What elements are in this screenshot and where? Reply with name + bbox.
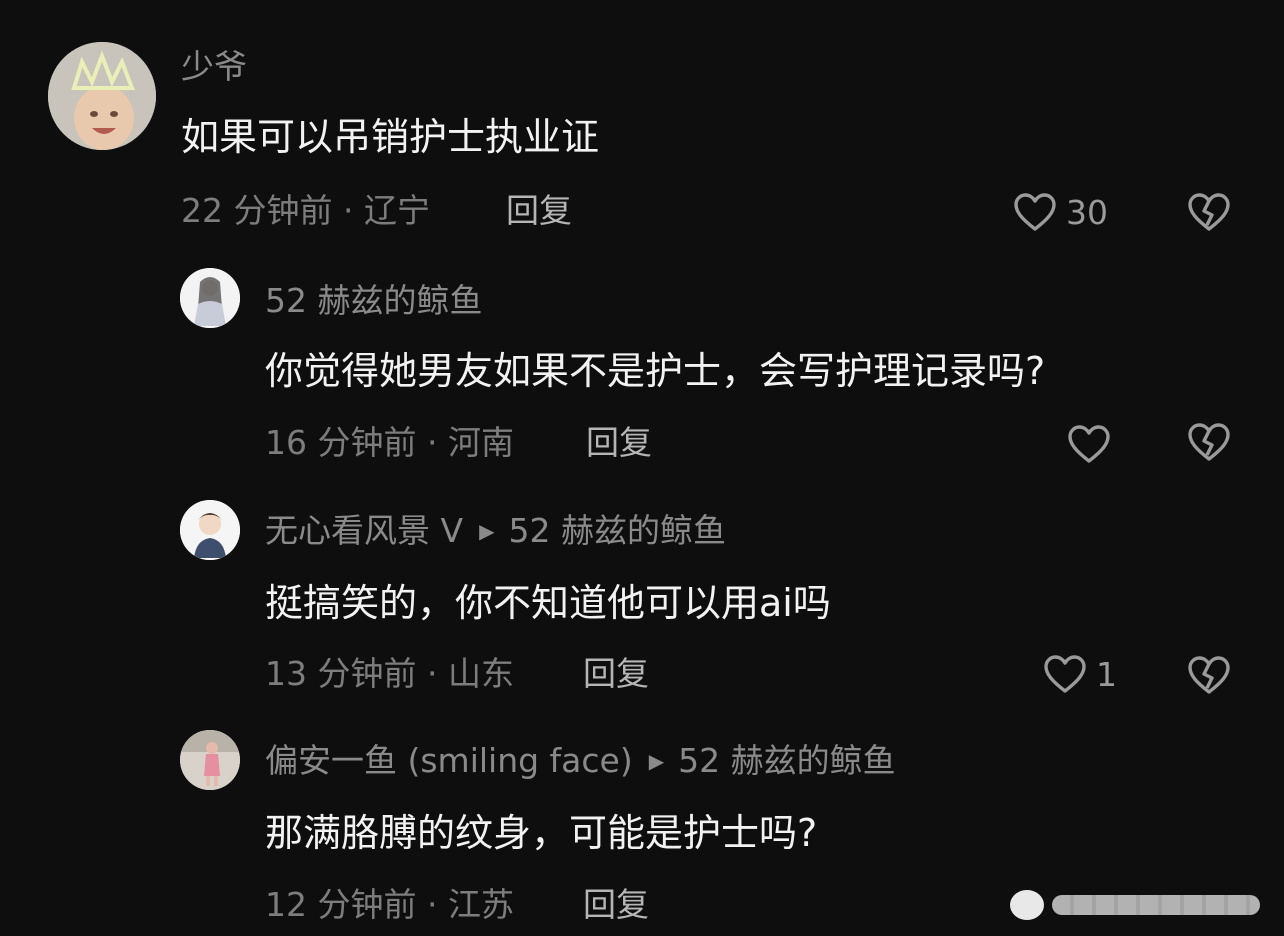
broken-heart-icon [1186,421,1232,463]
heart-outline-icon [1042,653,1088,695]
reply-button[interactable]: 回复 [586,426,652,459]
comment-author[interactable]: 无心看风景 V ▶ 52 赫兹的鲸鱼 [265,514,726,547]
triangle-right-icon: ▶ [479,519,495,543]
comment-time-location: 16 分钟前 · 河南 [265,423,514,462]
comment-author[interactable]: 少爷 [181,50,247,83]
comment-text: 如果可以吊销护士执业证 [181,115,600,159]
comment-text: 那满胳膊的纹身，可能是护士吗? [265,811,818,855]
avatar[interactable] [180,268,240,328]
triangle-right-icon: ▶ [648,749,665,773]
crowned-baby-avatar-icon [48,42,156,150]
comment-author[interactable]: 52 赫兹的鲸鱼 [265,284,482,317]
comment-text: 挺搞笑的，你不知道他可以用ai吗 [265,581,831,625]
avatar[interactable] [48,42,156,150]
broken-heart-icon [1186,654,1232,696]
reply-to-name[interactable]: 52 赫兹的鲸鱼 [678,741,895,780]
reply-button[interactable]: 回复 [583,888,649,921]
heart-outline-icon [1012,191,1058,233]
comment-item: 少爷 如果可以吊销护士执业证 22 分钟前 · 辽宁 回复 30 [0,0,1284,250]
comment-time-location: 13 分钟前 · 山东 [265,654,514,693]
comment-time-location: 12 分钟前 · 江苏 [265,885,514,924]
comment-item: 52 赫兹的鲸鱼 你觉得她男友如果不是护士，会写护理记录吗? 16 分钟前 · … [0,250,1284,480]
like-count: 30 [1066,192,1108,232]
comment-item: 无心看风景 V ▶ 52 赫兹的鲸鱼 挺搞笑的，你不知道他可以用ai吗 13 分钟前… [0,480,1284,720]
dislike-button[interactable] [1186,654,1232,696]
dislike-button[interactable] [1186,191,1232,233]
like-count: 1 [1096,654,1117,694]
drawn-figure-avatar-icon [180,268,240,328]
comment-author[interactable]: 偏安一鱼 (smiling face) ▶ 52 赫兹的鲸鱼 [265,744,896,777]
avatar[interactable] [180,730,240,790]
dislike-button[interactable] [1186,421,1232,463]
like-button[interactable] [1066,422,1120,466]
comment-text: 你觉得她男友如果不是护士，会写护理记录吗? [265,349,1046,393]
comment-time-location: 22 分钟前 · 辽宁 [181,191,430,230]
reply-button[interactable]: 回复 [506,194,572,227]
watermark-logo-icon [1010,890,1044,920]
pink-figure-avatar-icon [180,730,240,790]
heart-outline-icon [1066,423,1112,465]
broken-heart-icon [1186,191,1232,233]
watermark-text [1052,895,1260,915]
avatar[interactable] [180,500,240,560]
like-button[interactable]: 30 [1012,190,1108,234]
reply-button[interactable]: 回复 [583,657,649,690]
cartoon-boy-avatar-icon [180,500,240,560]
watermark [1010,888,1260,922]
like-button[interactable]: 1 [1042,652,1117,696]
reply-to-name[interactable]: 52 赫兹的鲸鱼 [508,511,725,550]
